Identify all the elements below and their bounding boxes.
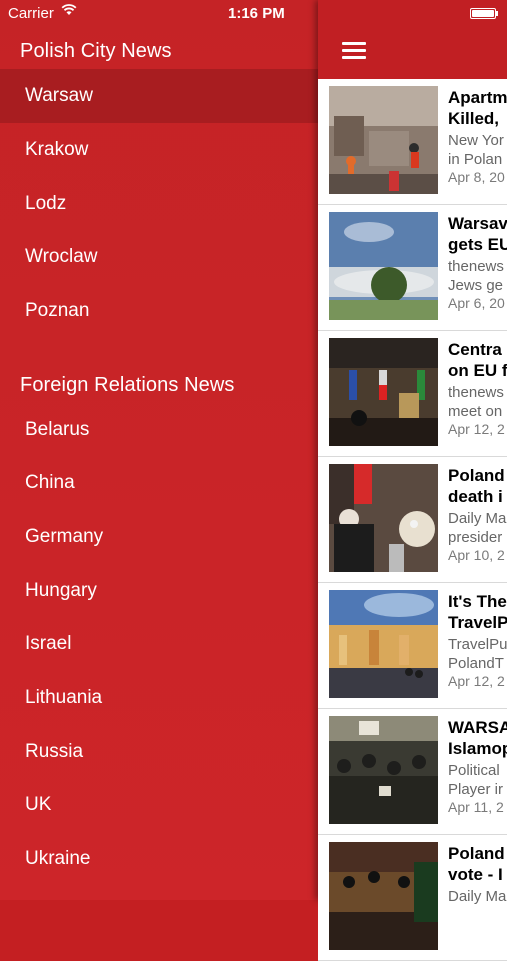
news-thumbnail xyxy=(329,590,438,698)
news-headline-line1: Warsav xyxy=(448,214,507,233)
news-source-line2: meet on xyxy=(448,403,503,420)
news-headline-line1: It's The xyxy=(448,592,507,611)
main-panel: Apartm Killed, New Yor in Polan Apr 8, 20 xyxy=(318,0,507,961)
menu-item-label: Wroclaw xyxy=(25,246,98,267)
menu-item-label: Ukraine xyxy=(25,848,91,869)
news-headline-line1: Poland xyxy=(448,844,505,863)
menu-item-lithuania[interactable]: Lithuania xyxy=(0,671,318,725)
hamburger-icon[interactable] xyxy=(342,42,368,62)
section-title-foreign-relations: Foreign Relations News xyxy=(20,374,235,396)
news-thumbnail xyxy=(329,716,438,824)
menu-item-label: UK xyxy=(25,794,52,815)
news-source-line2: PolandT xyxy=(448,655,504,672)
news-source-line1: New Yor xyxy=(448,132,504,149)
news-headline-line2: Killed, xyxy=(448,109,500,128)
news-headline-line1: WARSA xyxy=(448,718,507,737)
news-item[interactable]: WARSA Islamop Political Player ir Apr 11, … xyxy=(318,709,507,835)
menu-item-germany[interactable]: Germany xyxy=(0,510,318,564)
menu-item-lodz[interactable]: Lodz xyxy=(0,177,318,231)
menu-item-hungary[interactable]: Hungary xyxy=(0,564,318,618)
news-source-line1: Political xyxy=(448,762,500,779)
news-headline-line2: TravelP xyxy=(448,613,507,632)
menu-item-israel[interactable]: Israel xyxy=(0,617,318,671)
news-headline-line2: death i xyxy=(448,487,503,506)
menu-item-poznan[interactable]: Poznan xyxy=(0,284,318,338)
news-text: WARSA Islamop Political Player ir Apr 11, … xyxy=(448,717,507,815)
news-source-line2: in Polan xyxy=(448,151,503,168)
news-source-line1: thenews xyxy=(448,384,504,401)
news-item[interactable]: Warsav gets EU thenews Jews ge Apr 6, 20 xyxy=(318,205,507,331)
news-headline-line1: Apartm xyxy=(448,88,507,107)
news-thumbnail xyxy=(329,842,438,950)
news-date: Apr 10, 2 xyxy=(448,547,505,563)
news-item[interactable]: Poland death i Daily Ma presider Apr 10, 2 xyxy=(318,457,507,583)
menu-item-russia[interactable]: Russia xyxy=(0,725,318,779)
news-source-line1: Daily Ma xyxy=(448,510,507,527)
news-item[interactable]: Apartm Killed, New Yor in Polan Apr 8, 20 xyxy=(318,79,507,205)
news-source-line2: Jews ge xyxy=(448,277,504,294)
news-text: Warsav gets EU thenews Jews ge Apr 6, 20 xyxy=(448,213,507,311)
menu-item-label: Poznan xyxy=(25,300,90,321)
menu-item-label: Hungary xyxy=(25,580,97,601)
news-source-line1: Daily Ma xyxy=(448,888,507,905)
menu-item-label: Russia xyxy=(25,741,84,762)
news-headline-line2: on EU f xyxy=(448,361,507,380)
news-headline-line1: Poland xyxy=(448,466,505,485)
news-date: Apr 6, 20 xyxy=(448,295,505,311)
news-date: Apr 12, 2 xyxy=(448,421,505,437)
menu-item-belarus[interactable]: Belarus xyxy=(0,403,318,457)
news-item[interactable]: Poland vote - I Daily Ma xyxy=(318,835,507,961)
news-text: Poland death i Daily Ma presider Apr 10, 2 xyxy=(448,465,507,563)
news-headline-line2: vote - I xyxy=(448,865,503,884)
menu-item-label: Warsaw xyxy=(25,85,93,106)
wifi-icon xyxy=(61,3,77,20)
carrier-label: Carrier xyxy=(8,5,54,22)
news-thumbnail xyxy=(329,86,438,194)
news-date: Apr 11, 2 xyxy=(448,799,504,815)
news-source-line1: TravelPu xyxy=(448,636,507,653)
news-headline-line1: Centra xyxy=(448,340,502,359)
news-item[interactable]: It's The TravelP TravelPu PolandT Apr 12, … xyxy=(318,583,507,709)
news-text: It's The TravelP TravelPu PolandT Apr 12, … xyxy=(448,591,507,689)
menu-item-label: Lodz xyxy=(25,193,67,214)
news-date: Apr 8, 20 xyxy=(448,169,505,185)
menu-item-label: Lithuania xyxy=(25,687,103,708)
menu-item-china[interactable]: China xyxy=(0,456,318,510)
menu-item-label: Belarus xyxy=(25,419,90,440)
news-thumbnail xyxy=(329,464,438,572)
news-source-line2: presider xyxy=(448,529,503,546)
news-source-line2: Player ir xyxy=(448,781,504,798)
menu-item-krakow[interactable]: Krakow xyxy=(0,123,318,177)
menu-item-label: Krakow xyxy=(25,139,89,160)
status-bar: Carrier 1:16 PM xyxy=(0,0,507,28)
news-date: Apr 12, 2 xyxy=(448,673,505,689)
news-text: Centra on EU f thenews meet on Apr 12, 2 xyxy=(448,339,507,437)
menu-item-ukraine[interactable]: Ukraine xyxy=(0,832,318,886)
menu-item-label: China xyxy=(25,472,75,493)
menu-item-label: Germany xyxy=(25,526,104,547)
news-thumbnail xyxy=(329,338,438,446)
status-time: 1:16 PM xyxy=(228,5,285,22)
battery-tip xyxy=(496,11,498,16)
news-text: Apartm Killed, New Yor in Polan Apr 8, 20 xyxy=(448,87,507,185)
section-title-city-news: Polish City News xyxy=(20,40,172,62)
news-item[interactable]: Centra on EU f thenews meet on Apr 12, 2 xyxy=(318,331,507,457)
news-source-line1: thenews xyxy=(448,258,504,275)
menu-item-warsaw[interactable]: Warsaw xyxy=(0,69,318,123)
news-text: Poland vote - I Daily Ma xyxy=(448,843,507,925)
menu-item-wroclaw[interactable]: Wroclaw xyxy=(0,230,318,284)
news-headline-line2: Islamop xyxy=(448,739,507,758)
battery-icon xyxy=(470,8,496,19)
menu-item-uk[interactable]: UK xyxy=(0,778,318,832)
menu-item-label: Israel xyxy=(25,633,72,654)
side-drawer: Polish City News Warsaw Krakow Lodz Wroc… xyxy=(0,0,318,900)
news-thumbnail xyxy=(329,212,438,320)
news-headline-line2: gets EU xyxy=(448,235,507,254)
